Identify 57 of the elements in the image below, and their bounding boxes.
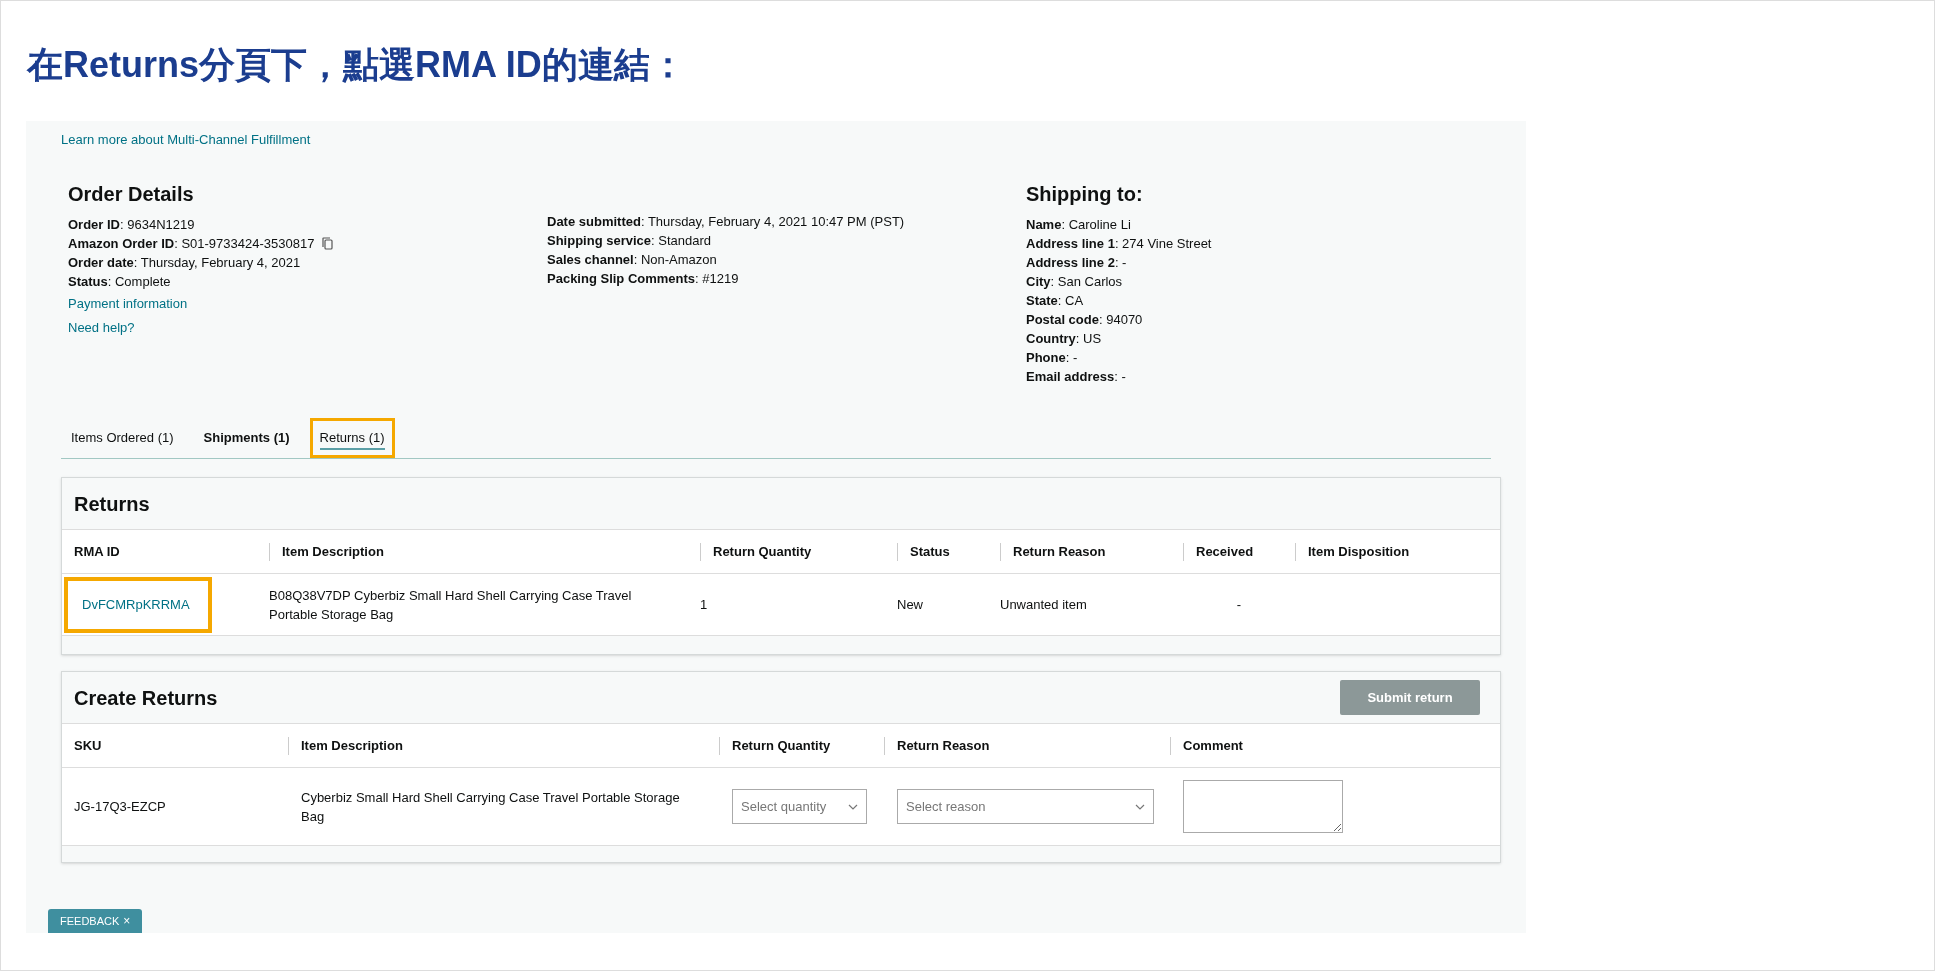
- close-button[interactable]: ×: [123, 912, 131, 930]
- rma-id-link[interactable]: DvFCMRpKRRMA: [64, 576, 212, 633]
- field-text: Name: Caroline Li: [1026, 216, 1131, 234]
- column-header: Return Reason: [897, 736, 990, 755]
- field-text: City: San Carlos: [1026, 273, 1123, 291]
- column-header: Item Disposition: [1308, 542, 1410, 561]
- field-text: Packing Slip Comments: #1219: [547, 270, 739, 288]
- help-link[interactable]: Need help?: [68, 320, 135, 335]
- quantity-select[interactable]: Select quantity: [732, 789, 867, 824]
- tab[interactable]: Shipments (1): [193, 418, 300, 458]
- field-text: Phone: -: [1026, 349, 1078, 367]
- chevron-down-icon: [1135, 803, 1145, 810]
- field-text: State: CA: [1026, 292, 1084, 310]
- field-text: Status: Complete: [68, 273, 171, 291]
- column-header: Item Description: [282, 542, 384, 561]
- help-link[interactable]: Payment information: [68, 296, 188, 311]
- column-header: Comment: [1183, 736, 1243, 755]
- submit-return-button[interactable]: Submit return: [1340, 680, 1480, 715]
- card-title: Create Returns: [74, 685, 218, 711]
- copy-icon[interactable]: [322, 237, 334, 250]
- table-cell-text: JG-17Q3-EZCP: [74, 797, 167, 816]
- field-text: Order date: Thursday, February 4, 2021: [68, 254, 301, 272]
- table-cell-text: 1: [700, 595, 709, 614]
- tab[interactable]: Items Ordered (1): [61, 418, 184, 458]
- column-header: Status: [910, 542, 950, 561]
- field-text: Sales channel: Non-Amazon: [547, 251, 717, 269]
- section-title: Order Details: [68, 182, 195, 207]
- table-cell-text: Unwanted item: [1000, 595, 1088, 614]
- column-header: RMA ID: [74, 542, 120, 561]
- chevron-down-icon: [848, 803, 858, 810]
- column-header: Return Quantity: [732, 736, 831, 755]
- feedback-tab[interactable]: FEEDBACK ×: [48, 909, 143, 933]
- column-header: SKU: [74, 736, 102, 755]
- column-header: Received: [1196, 542, 1254, 561]
- table-cell-text: Cyberbiz Small Hard Shell Carrying Case Travel Portable Storage Bag: [300, 788, 681, 826]
- tab[interactable]: Returns (1): [309, 418, 395, 458]
- field-text: Date submitted: Thursday, February 4, 2021 10:47 PM (PST): [547, 213, 905, 231]
- field-text: Country: US: [1026, 330, 1102, 348]
- table-cell-text: New: [897, 595, 924, 614]
- field-text: Address line 1: 274 Vine Street: [1026, 235, 1212, 253]
- instruction-heading: 在Returns分頁下，點選RMA ID的連結：: [27, 43, 686, 87]
- learn-more-link[interactable]: Learn more about Multi-Channel Fulfillment: [61, 132, 311, 147]
- field-text: Postal code: 94070: [1026, 311, 1143, 329]
- reason-select[interactable]: Select reason: [897, 789, 1154, 824]
- comment-field[interactable]: [1183, 780, 1343, 833]
- card-title: Returns: [74, 491, 150, 517]
- table-cell-text: B08Q38V7DP Cyberbiz Small Hard Shell Carrying Case Travel Portable Storage Bag: [269, 586, 633, 624]
- field-text: Email address: -: [1026, 368, 1126, 386]
- field-text: Amazon Order ID: S01-9733424-3530817: [68, 235, 315, 253]
- section-title: Shipping to:: [1026, 182, 1144, 207]
- table-cell-text: -: [1235, 595, 1243, 614]
- field-text: Shipping service: Standard: [547, 232, 712, 250]
- column-header: Return Quantity: [713, 542, 812, 561]
- column-header: Return Reason: [1013, 542, 1106, 561]
- field-text: Address line 2: -: [1026, 254, 1127, 272]
- field-text: Order ID: 9634N1219: [68, 216, 195, 234]
- column-header: Item Description: [301, 736, 403, 755]
